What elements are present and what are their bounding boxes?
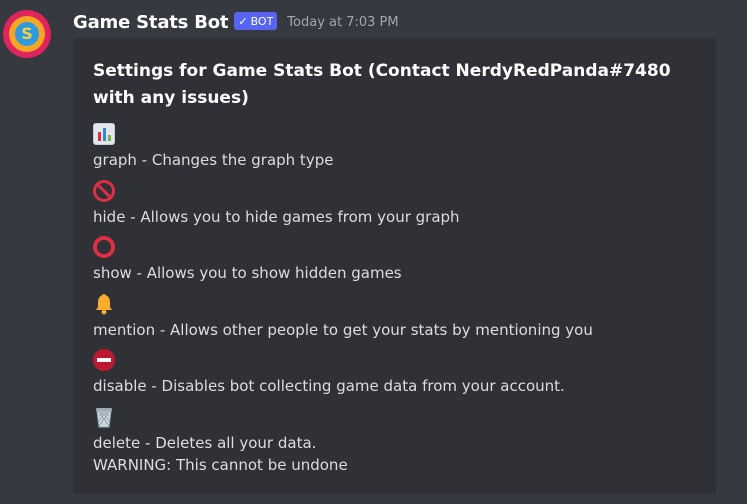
option-description: mention - Allows other people to get you… [93,321,593,339]
wastebasket-icon [93,406,113,428]
option-description: delete - Deletes all your data. [93,434,317,452]
option-hide: hide - Allows you to hide games from you… [93,180,460,227]
option-show: show - Allows you to show hidden games [93,236,402,283]
message-timestamp: Today at 7:03 PM [287,14,399,30]
settings-embed: Settings for Game Stats Bot (Contact Ner… [73,38,716,494]
bot-avatar[interactable]: S [3,10,51,58]
option-description: graph - Changes the graph type [93,151,334,169]
option-graph: graph - Changes the graph type [93,123,333,170]
option-disable: disable - Disables bot collecting game d… [93,349,565,396]
option-warning: WARNING: This cannot be undone [93,456,348,474]
prohibited-icon [93,180,115,202]
hollow-red-circle-icon [93,236,115,258]
bell-icon [93,293,115,315]
bot-badge: ✓ BOT [234,12,278,30]
author-name[interactable]: Game Stats Bot [73,12,229,33]
option-description: show - Allows you to show hidden games [93,264,402,282]
option-description: disable - Disables bot collecting game d… [93,377,565,395]
no-entry-icon [93,349,115,371]
embed-title: Settings for Game Stats Bot (Contact Ner… [93,61,671,108]
bar-chart-icon [93,123,115,145]
option-description: hide - Allows you to hide games from you… [93,208,460,226]
avatar-logo-icon: S [15,22,39,46]
message-header: Game Stats Bot ✓ BOT Today at 7:03 PM [73,10,399,34]
bot-badge-label: BOT [250,14,274,28]
option-delete: delete - Deletes all your data. WARNING:… [93,406,348,475]
chat-message: S Game Stats Bot ✓ BOT Today at 7:03 PM … [0,0,747,504]
option-mention: mention - Allows other people to get you… [93,293,593,340]
verified-check-icon: ✓ [238,14,248,28]
